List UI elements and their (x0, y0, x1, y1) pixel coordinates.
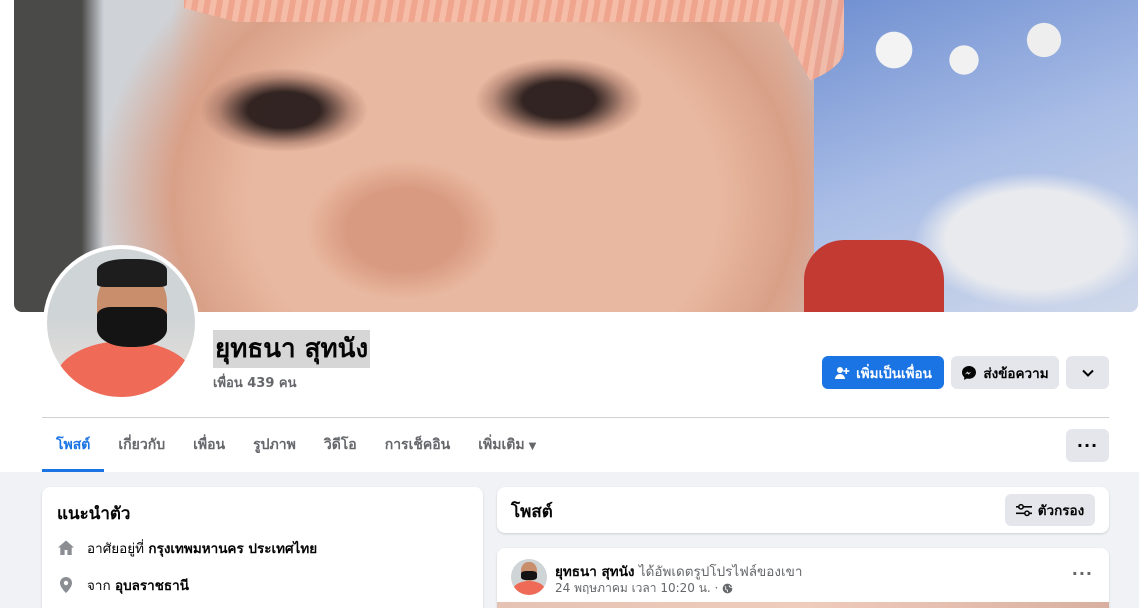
intro-title: แนะนำตัว (57, 504, 131, 524)
post-timestamp[interactable]: 24 พฤษภาคม เวลา 10:20 น. · (555, 579, 718, 598)
avatar-hair (97, 259, 167, 287)
post-options-button[interactable]: ··· (1072, 564, 1093, 583)
intro-card: แนะนำตัว อาศัยอยู่ที่ กรุงเทพมหานคร ประเ… (42, 487, 483, 608)
message-label: ส่งข้อความ (983, 365, 1049, 382)
add-friend-button[interactable]: เพิ่มเป็นเพื่อน (822, 356, 944, 389)
profile-header: ยุทธนา สุทนัง เพื่อน 439 คน เพิ่มเป็นเพื… (0, 0, 1139, 472)
chevron-down-icon (1081, 369, 1094, 377)
add-friend-label: เพิ่มเป็นเพื่อน (856, 365, 932, 382)
post-author-avatar[interactable] (511, 559, 547, 595)
avatar-photo (47, 249, 195, 397)
ellipsis-icon: ··· (1076, 436, 1099, 455)
tab-about-label: เกี่ยวกับ (118, 437, 166, 453)
filter-button[interactable]: ตัวกรอง (1005, 494, 1095, 526)
globe-icon (723, 583, 733, 594)
profile-tabs: โพสต์ เกี่ยวกับ เพื่อน รูปภาพ วิดีโอ การ… (42, 420, 550, 472)
post-meta: 24 พฤษภาคม เวลา 10:20 น. · (555, 579, 733, 598)
lives-value[interactable]: กรุงเทพมหานคร ประเทศไทย (148, 541, 317, 557)
avatar-body (55, 341, 195, 397)
location-pin-icon (57, 576, 75, 594)
lives-prefix: อาศัยอยู่ที่ (87, 541, 145, 557)
cover-hat (184, 0, 844, 106)
posts-title: โพสต์ (511, 502, 553, 522)
header-divider (42, 417, 1109, 418)
tab-friends-label: เพื่อน (193, 437, 226, 453)
cover-photo[interactable] (14, 0, 1138, 312)
cover-shirt (804, 240, 944, 312)
tab-photos-label: รูปภาพ (253, 437, 296, 453)
post-author-name[interactable]: ยุทธนา สุทนัง (555, 564, 635, 580)
profile-options-button[interactable]: ··· (1066, 429, 1109, 462)
more-actions-button[interactable] (1066, 356, 1109, 389)
friend-count[interactable]: เพื่อน 439 คน (213, 372, 296, 393)
tab-videos-label: วิดีโอ (323, 437, 357, 453)
profile-name: ยุทธนา สุทนัง (213, 330, 371, 368)
intro-from: จาก อุบลราชธานี (57, 574, 189, 596)
tab-photos[interactable]: รูปภาพ (239, 420, 310, 472)
avatar-mask (97, 307, 167, 347)
post-avatar-body (513, 581, 545, 595)
post-card: ยุทธนา สุทนัง ได้อัพเดตรูปโปรไฟล์ของเขา … (497, 548, 1109, 608)
add-friend-icon (835, 366, 850, 379)
posts-header-card: โพสต์ ตัวกรอง (497, 487, 1109, 533)
filter-label: ตัวกรอง (1037, 503, 1085, 519)
tab-more[interactable]: เพิ่มเติม ▼ (464, 420, 550, 472)
from-value[interactable]: อุบลราชธานี (115, 578, 189, 594)
tab-videos[interactable]: วิดีโอ (310, 420, 371, 472)
home-icon (57, 539, 75, 557)
tab-checkins[interactable]: การเช็คอิน (371, 420, 465, 472)
intro-lives-in: อาศัยอยู่ที่ กรุงเทพมหานคร ประเทศไทย (57, 537, 317, 559)
tab-friends[interactable]: เพื่อน (179, 420, 239, 472)
messenger-icon (962, 365, 977, 380)
post-action-text: ได้อัพเดตรูปโปรไฟล์ของเขา (638, 564, 803, 580)
from-prefix: จาก (87, 578, 111, 594)
tab-posts[interactable]: โพสต์ (42, 420, 105, 472)
tab-about[interactable]: เกี่ยวกับ (104, 420, 179, 472)
ellipsis-icon: ··· (1071, 564, 1093, 583)
caret-down-icon: ▼ (528, 441, 537, 452)
tab-more-label: เพิ่มเติม (478, 437, 525, 453)
tab-checkins-label: การเช็คอิน (384, 437, 451, 453)
profile-avatar[interactable] (43, 245, 199, 401)
filter-sliders-icon (1015, 503, 1032, 517)
tab-posts-label: โพสต์ (56, 437, 91, 453)
post-image[interactable] (497, 602, 1109, 608)
post-avatar-mask (521, 571, 537, 580)
message-button[interactable]: ส่งข้อความ (951, 356, 1059, 389)
